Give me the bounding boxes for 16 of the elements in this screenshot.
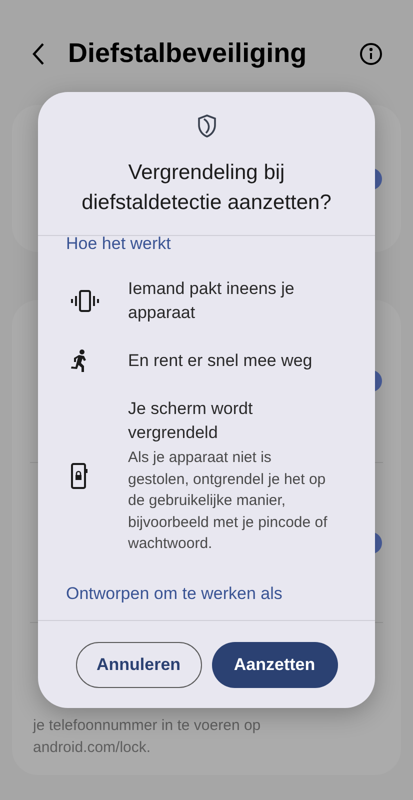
- confirm-button[interactable]: Aanzetten: [212, 642, 338, 688]
- setting-description: je telefoonnummer in te voeren op: [33, 716, 261, 736]
- dialog-title: Vergrendeling bij diefstaldetectie aanzetten?: [80, 160, 332, 216]
- step-title: En rent er snel mee weg: [128, 350, 312, 372]
- how-it-works-link[interactable]: Hoe het werkt: [66, 236, 347, 255]
- designed-for-link[interactable]: Ontworpen om te werken als: [66, 582, 347, 604]
- page-title: Diefstalbeveiliging: [68, 37, 307, 70]
- cancel-button[interactable]: Annuleren: [76, 642, 202, 688]
- locked-phone-icon: [70, 462, 88, 489]
- step-title: Je scherm wordt vergrendeld: [128, 398, 254, 444]
- step-title: Iemand pakt ineens je apparaat: [128, 278, 296, 324]
- vibrating-phone-icon: [70, 289, 100, 313]
- step-description: Als je apparaat niet is gestolen, ontgrendel je het op de gebruikelijke manier, bijvoorbeeld met je pincode of wachtwoord.: [128, 448, 328, 554]
- shield-icon: [196, 114, 216, 138]
- info-icon[interactable]: [359, 42, 383, 66]
- setting-description: android.com/lock.: [33, 738, 152, 758]
